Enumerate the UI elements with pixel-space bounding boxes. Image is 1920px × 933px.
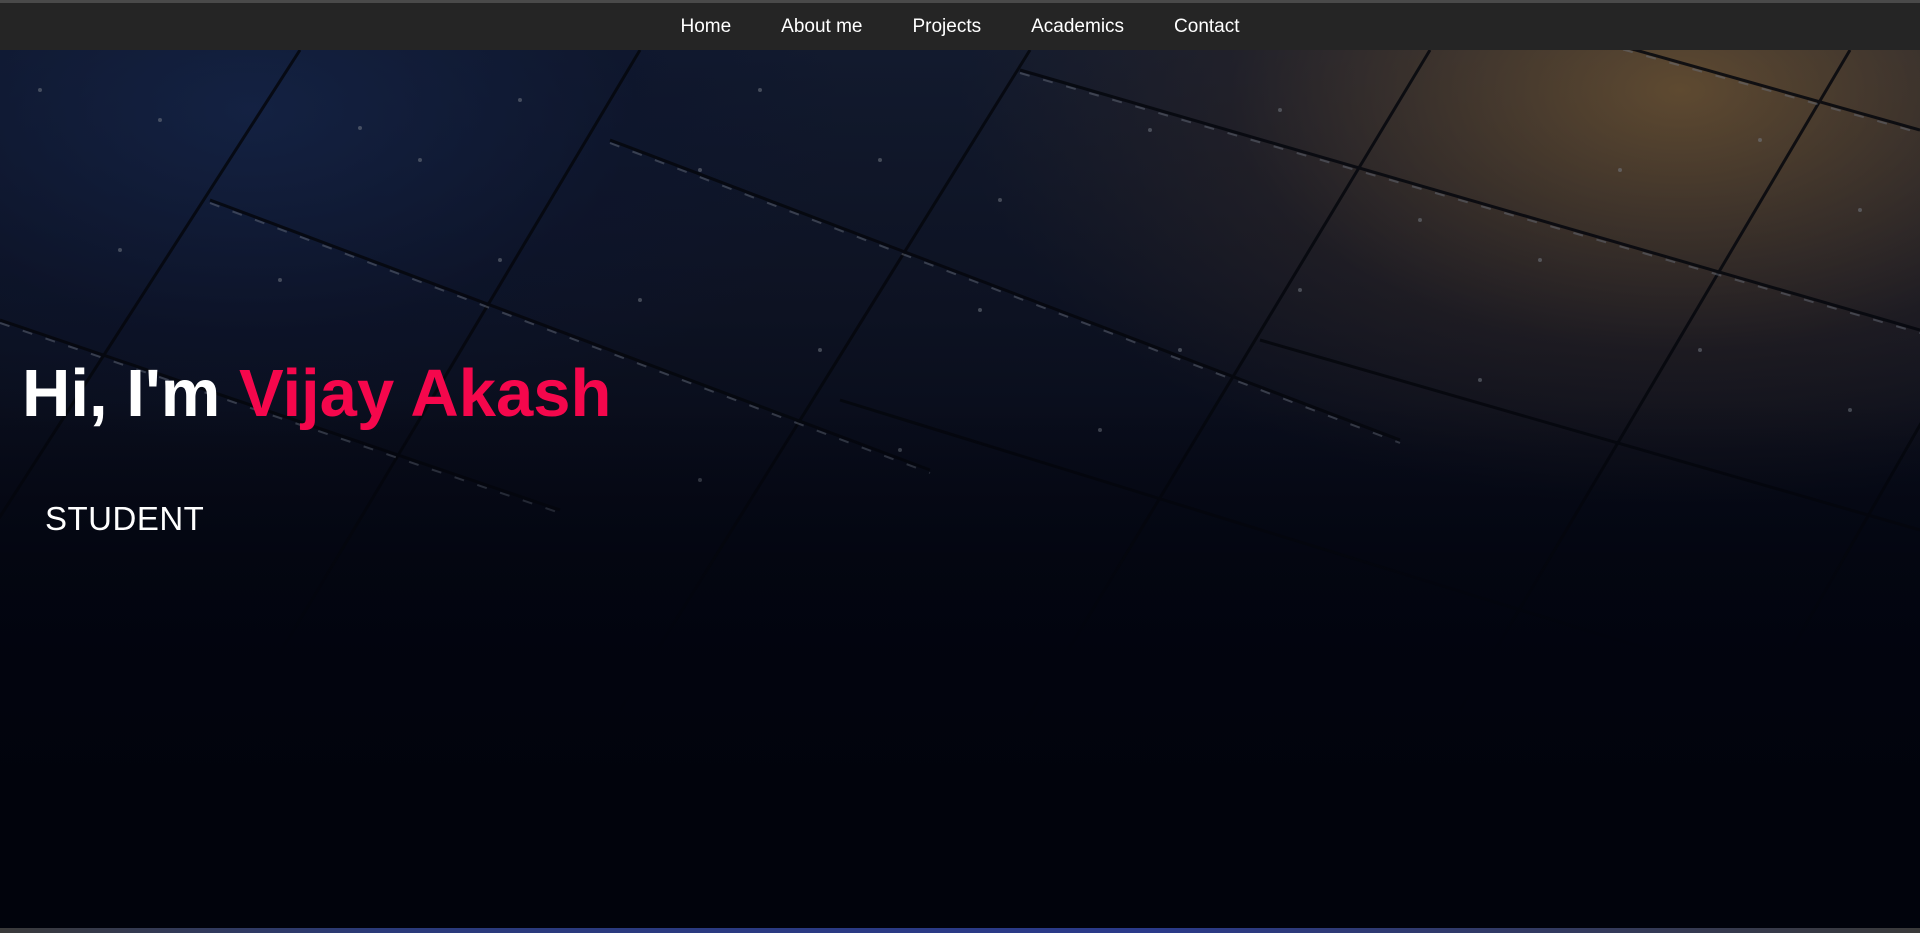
greeting-prefix: Hi, I'm [22, 356, 239, 431]
hero-name: Vijay Akash [238, 356, 612, 431]
nav-about-link[interactable]: About me [781, 16, 862, 38]
hero-overlay [0, 50, 1920, 928]
top-navbar: Home About me Projects Academics Contact [0, 0, 1920, 50]
bottom-edge [0, 928, 1920, 933]
main-nav: Home About me Projects Academics Contact [0, 3, 1920, 50]
nav-academics-link[interactable]: Academics [1031, 16, 1124, 38]
hero-greeting: Hi, I'm Vijay Akash [22, 355, 611, 432]
nav-home-link[interactable]: Home [680, 16, 731, 38]
hero-role: STUDENT [45, 500, 205, 537]
nav-projects-link[interactable]: Projects [912, 16, 981, 38]
nav-contact-link[interactable]: Contact [1174, 16, 1239, 38]
hero-section [0, 50, 1920, 928]
